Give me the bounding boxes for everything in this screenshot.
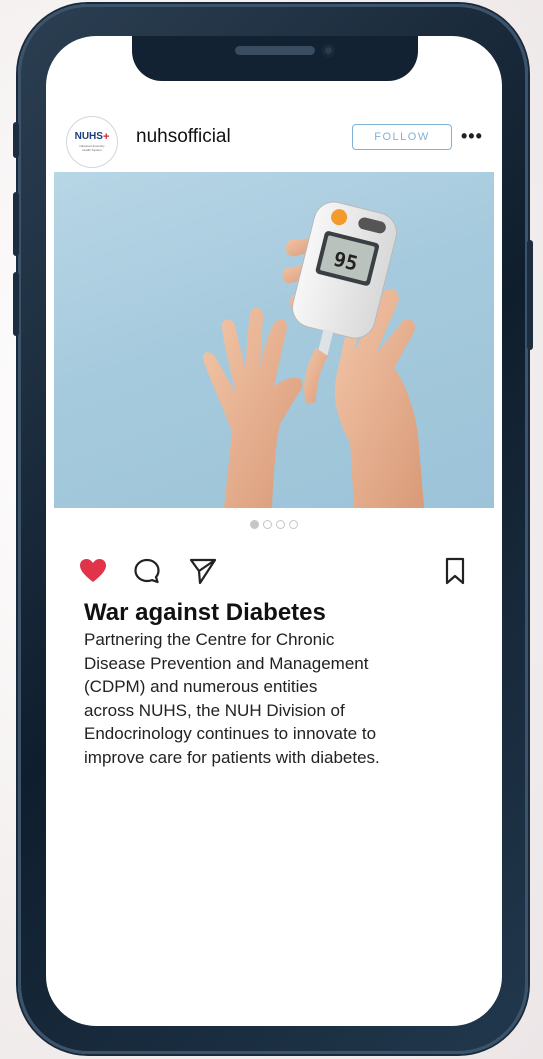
volume-down-button: [13, 272, 19, 336]
avatar[interactable]: NUHS+ National University Health System: [66, 116, 118, 168]
carousel-dot[interactable]: [250, 520, 259, 529]
phone-screen: NUHS+ National University Health System …: [46, 36, 502, 1026]
caption-body: Partnering the Centre for Chronic Diseas…: [84, 630, 380, 767]
caption-title: War against Diabetes: [84, 599, 326, 626]
more-options-icon[interactable]: •••: [461, 126, 483, 147]
post-image[interactable]: 95: [54, 172, 494, 508]
bookmark-icon[interactable]: [440, 556, 470, 586]
glucometer-device: 95: [291, 201, 397, 360]
post-actions-bar: [46, 548, 502, 592]
power-button: [527, 240, 533, 350]
send-icon[interactable]: [188, 556, 218, 586]
silent-switch: [13, 122, 19, 158]
volume-up-button: [13, 192, 19, 256]
post-header: NUHS+ National University Health System …: [46, 108, 502, 168]
notch: [132, 36, 418, 81]
post-caption: War against Diabetes Partnering the Cent…: [84, 598, 484, 769]
carousel-dot[interactable]: [263, 520, 272, 529]
glucometer-hands-illustration: 95: [203, 201, 424, 508]
follow-button[interactable]: FOLLOW: [352, 124, 452, 150]
carousel-indicator[interactable]: [46, 520, 502, 532]
phone-frame: NUHS+ National University Health System …: [13, 4, 533, 1054]
heart-filled-icon[interactable]: [78, 556, 108, 586]
carousel-dot[interactable]: [276, 520, 285, 529]
speaker-grille: [235, 46, 315, 55]
username[interactable]: nuhsofficial: [136, 126, 231, 148]
carousel-dot[interactable]: [289, 520, 298, 529]
avatar-logo: NUHS+: [74, 131, 110, 144]
comment-icon[interactable]: [132, 556, 162, 586]
front-camera: [322, 44, 335, 57]
open-palm-hand: [203, 307, 303, 508]
avatar-subtitle: National University Health System: [79, 144, 105, 152]
